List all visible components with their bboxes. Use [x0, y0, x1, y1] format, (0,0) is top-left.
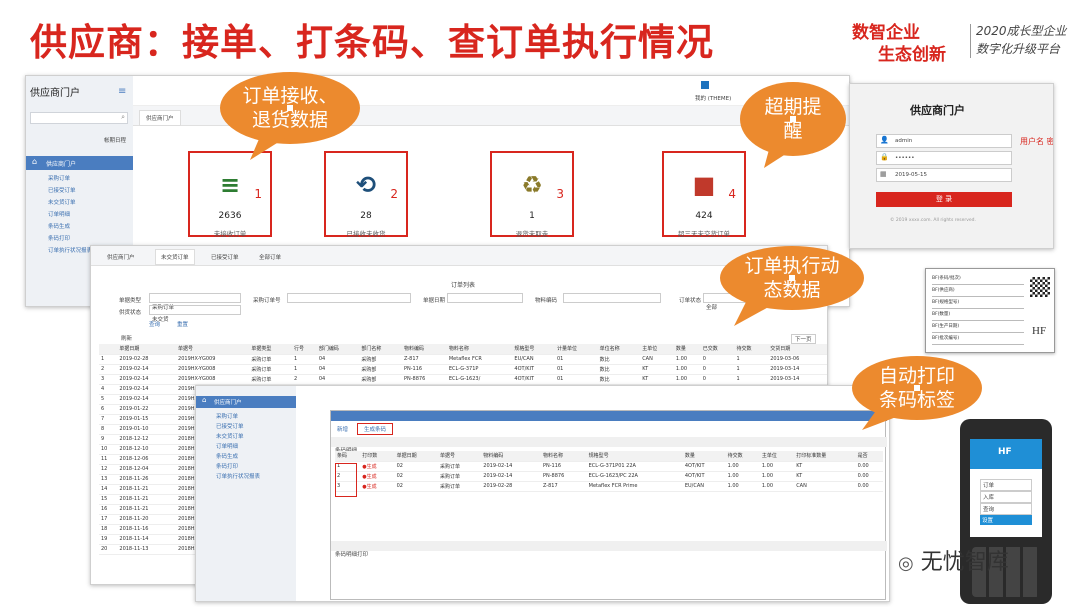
pointer-4 — [862, 408, 904, 430]
callout-pointers — [250, 132, 904, 430]
pointer-2 — [764, 146, 792, 168]
pointer-1 — [250, 132, 285, 160]
watermark-text: 无忧智库 — [920, 550, 1009, 575]
wechat-icon: ◎ — [898, 553, 914, 574]
pointer-3 — [734, 298, 774, 326]
watermark: ◎ 无忧智库 — [898, 544, 1009, 576]
